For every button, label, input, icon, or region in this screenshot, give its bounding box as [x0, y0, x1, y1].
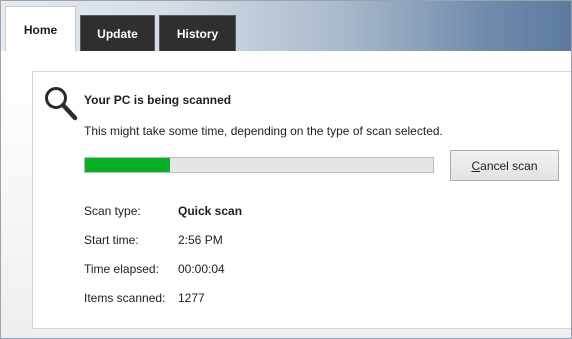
scan-type-label: Scan type: [84, 204, 141, 218]
cancel-scan-label: ancel scan [480, 158, 538, 173]
tab-home[interactable]: Home [5, 6, 76, 52]
scan-progress-bar [84, 157, 434, 173]
time-elapsed-value: 00:00:04 [178, 262, 225, 276]
start-time-label: Start time: [84, 233, 139, 247]
items-scanned-label: Items scanned: [84, 291, 166, 305]
cancel-scan-mnemonic: C [471, 158, 481, 173]
search-icon [45, 87, 78, 121]
time-elapsed-label: Time elapsed: [84, 262, 159, 276]
start-time-value: 2:56 PM [178, 233, 223, 247]
cancel-scan-button[interactable]: Cancel scan [450, 150, 559, 181]
scan-progress-fill [85, 158, 171, 172]
defender-window: Home Update History Your PC is being sca… [0, 0, 572, 339]
items-scanned-value: 1277 [178, 291, 205, 305]
scan-description: This might take some time, depending on … [84, 124, 443, 138]
scan-type-value: Quick scan [178, 204, 243, 218]
tab-update[interactable]: Update [80, 15, 155, 51]
tab-history[interactable]: History [159, 15, 236, 51]
scan-title: Your PC is being scanned [84, 93, 232, 107]
